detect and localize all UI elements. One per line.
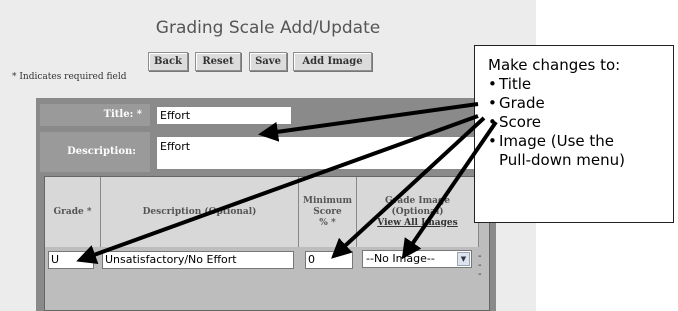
arrow-to-score [331,116,486,259]
arrow-to-image [401,120,498,260]
callout-arrows [76,102,498,264]
